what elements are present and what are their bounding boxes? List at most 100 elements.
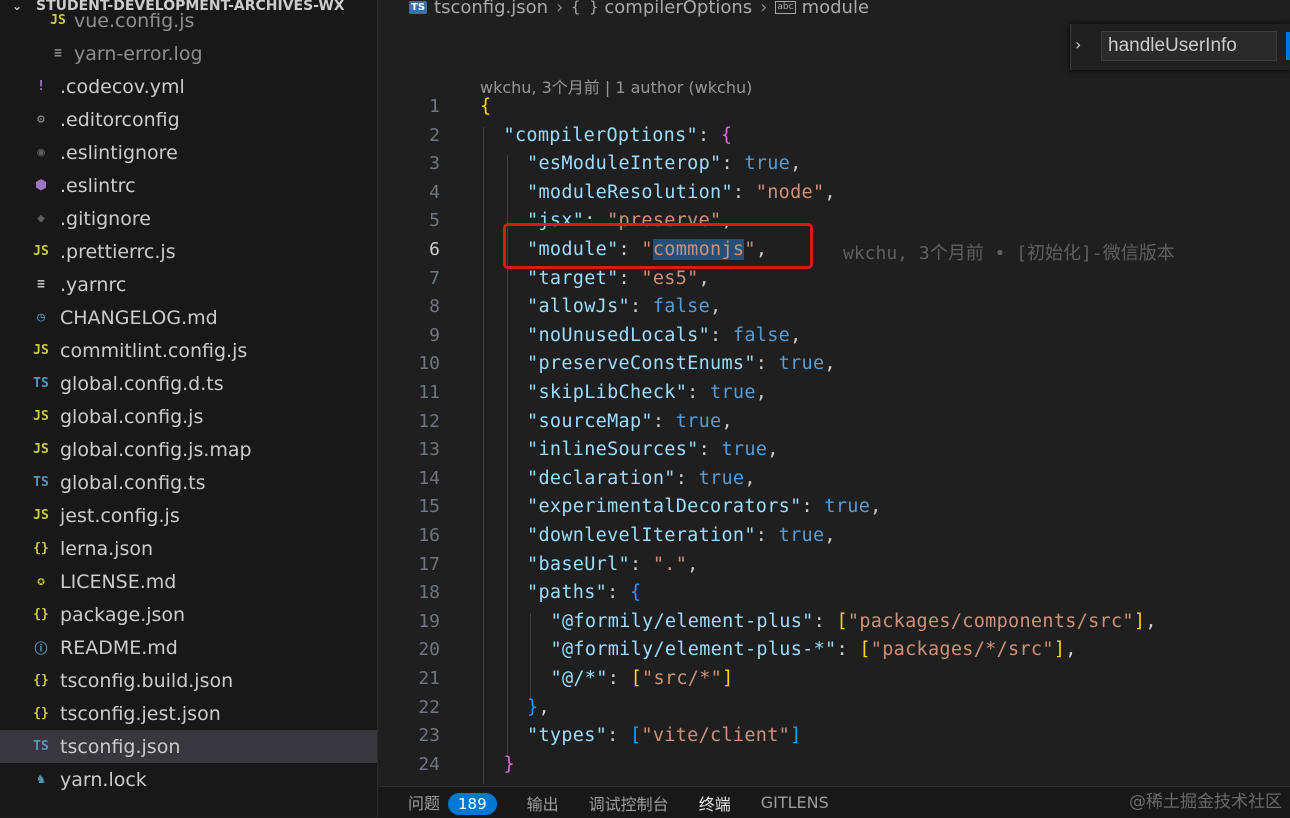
code-token: "packages/*/src": [870, 639, 1054, 661]
file-item[interactable]: ✪ LICENSE.md: [0, 565, 377, 598]
code-line[interactable]: "sourceMap": true,: [527, 411, 733, 432]
code-line[interactable]: "moduleResolution": "node",: [527, 182, 836, 203]
line-number: 24: [418, 753, 440, 775]
file-item-label: .yarnrc: [60, 273, 127, 296]
file-item[interactable]: {} tsconfig.build.json: [0, 664, 377, 697]
file-item[interactable]: TS global.config.ts: [0, 466, 377, 499]
code-line[interactable]: "downlevelIteration": true,: [527, 525, 836, 546]
code-token: true: [675, 410, 722, 432]
file-item[interactable]: ≡ yarn-error.log: [0, 37, 377, 70]
code-line[interactable]: "declaration": true,: [527, 468, 756, 489]
line-number: 23: [418, 725, 440, 747]
lines-icon: ≡: [37, 277, 45, 292]
code-token: "target": [527, 267, 619, 289]
code-token: "compilerOptions": [503, 124, 698, 146]
code-line[interactable]: }: [504, 754, 515, 775]
tab-output[interactable]: 输出: [527, 791, 559, 815]
code-token: ,: [790, 324, 802, 346]
indent-guide: [483, 155, 484, 184]
code-line[interactable]: "paths": {: [527, 582, 641, 603]
code-line[interactable]: "@formily/element-plus-*": ["packages/*/…: [551, 639, 1077, 660]
watermark: @稀土掘金技术社区: [1129, 792, 1282, 812]
indent-guide: [506, 269, 508, 299]
line-number: 5: [429, 210, 440, 232]
chevron-right-icon: ›: [760, 0, 768, 18]
breadcrumb-file[interactable]: tsconfig.json: [434, 0, 548, 18]
file-item-label: .editorconfig: [60, 108, 180, 131]
file-item[interactable]: JS vue.config.js: [0, 4, 377, 37]
file-item[interactable]: ◆ .gitignore: [0, 202, 377, 235]
code-token: }: [527, 696, 539, 718]
code-line[interactable]: "skipLibCheck": true,: [527, 382, 767, 403]
code-line[interactable]: "types": ["vite/client"]: [527, 725, 802, 746]
indent-guide: [483, 555, 484, 585]
file-item[interactable]: JS commitlint.config.js: [0, 334, 377, 367]
code-line[interactable]: "experimentalDecorators": true,: [527, 496, 882, 517]
indent-guide: [506, 155, 508, 184]
file-item[interactable]: JS global.config.js.map: [0, 433, 377, 466]
code-token: :: [607, 582, 630, 604]
find-widget: ›: [1070, 24, 1290, 70]
code-token: "@formily/element-plus": [550, 610, 814, 632]
code-line[interactable]: "compilerOptions": {: [504, 125, 733, 146]
code-line[interactable]: "esModuleInterop": true,: [527, 153, 802, 174]
code-line[interactable]: "baseUrl": ".",: [527, 554, 699, 575]
indent-guide: [483, 412, 484, 442]
file-item[interactable]: JS .prettierrc.js: [0, 235, 377, 268]
code-line[interactable]: {: [480, 96, 491, 117]
code-line[interactable]: "allowJs": false,: [527, 296, 722, 317]
code-line[interactable]: "inlineSources": true,: [527, 439, 779, 460]
code-line[interactable]: "@formily/element-plus": ["packages/comp…: [551, 611, 1157, 632]
file-item[interactable]: {} lerna.json: [0, 532, 377, 565]
file-item-label: tsconfig.jest.json: [60, 702, 221, 725]
code-line[interactable]: "preserveConstEnums": true,: [527, 353, 836, 374]
code-line[interactable]: "noUnusedLocals": false,: [527, 325, 802, 346]
codelens-blame-header[interactable]: wkchu, 3个月前 | 1 author (wkchu): [480, 74, 752, 98]
indent-guide: [483, 584, 484, 613]
line-number: 1: [429, 96, 440, 117]
file-item[interactable]: JS jest.config.js: [0, 499, 377, 532]
file-item[interactable]: ! .codecov.yml: [0, 70, 377, 103]
indent-guide: [483, 727, 484, 756]
code-token: false: [732, 324, 791, 346]
eslint-ignore-icon: ◉: [37, 145, 45, 160]
tab-gitlens[interactable]: GITLENS: [761, 793, 829, 812]
indent-guide: [483, 326, 484, 356]
file-item-label: global.config.d.ts: [60, 372, 224, 395]
file-item[interactable]: TS tsconfig.json: [0, 730, 377, 763]
file-item[interactable]: {} tsconfig.jest.json: [0, 697, 377, 730]
file-item[interactable]: ⬢ .eslintrc: [0, 169, 377, 202]
file-item[interactable]: ◷ CHANGELOG.md: [0, 301, 377, 334]
json-icon: {}: [33, 541, 49, 556]
code-line[interactable]: "@/*": ["src/*"]: [551, 668, 734, 689]
code-token: ,: [744, 467, 756, 489]
tab-debug-console[interactable]: 调试控制台: [589, 791, 669, 815]
indent-guide: [506, 183, 508, 213]
tab-problems[interactable]: 问题 189: [408, 790, 497, 815]
js-icon: JS: [33, 343, 49, 358]
file-item[interactable]: ⚙ .editorconfig: [0, 103, 377, 136]
explorer-sidebar: ⌄ STUDENT-DEVELOPMENT-ARCHIVES-WX JS vue.…: [0, 0, 378, 817]
file-item[interactable]: JS global.config.js: [0, 400, 377, 433]
file-item[interactable]: ⓘ README.md: [0, 631, 377, 664]
find-input[interactable]: [1101, 31, 1277, 61]
file-item-label: LICENSE.md: [60, 570, 177, 593]
code-token: "moduleResolution": [527, 181, 733, 203]
code-token: ,: [721, 410, 733, 432]
file-item[interactable]: {} package.json: [0, 598, 377, 631]
code-line[interactable]: },: [527, 697, 550, 718]
file-item[interactable]: TS global.config.d.ts: [0, 367, 377, 400]
code-token: ,: [710, 296, 722, 318]
indent-guide: [483, 355, 484, 384]
file-item[interactable]: ≡ .yarnrc: [0, 268, 377, 301]
file-item[interactable]: ◉ .eslintignore: [0, 136, 377, 169]
breadcrumb-symbol-compileroptions[interactable]: compilerOptions: [604, 0, 752, 18]
code-token: ,: [698, 267, 711, 289]
file-item-label: global.config.ts: [60, 471, 206, 494]
code-token: true: [824, 496, 871, 518]
breadcrumb-symbol-module[interactable]: module: [802, 0, 869, 18]
file-item[interactable]: ♞ yarn.lock: [0, 763, 377, 796]
toggle-replace-chevron-icon[interactable]: ›: [1075, 35, 1081, 54]
tab-terminal[interactable]: 终端: [699, 791, 731, 815]
code-line[interactable]: "target": "es5",: [527, 268, 710, 289]
